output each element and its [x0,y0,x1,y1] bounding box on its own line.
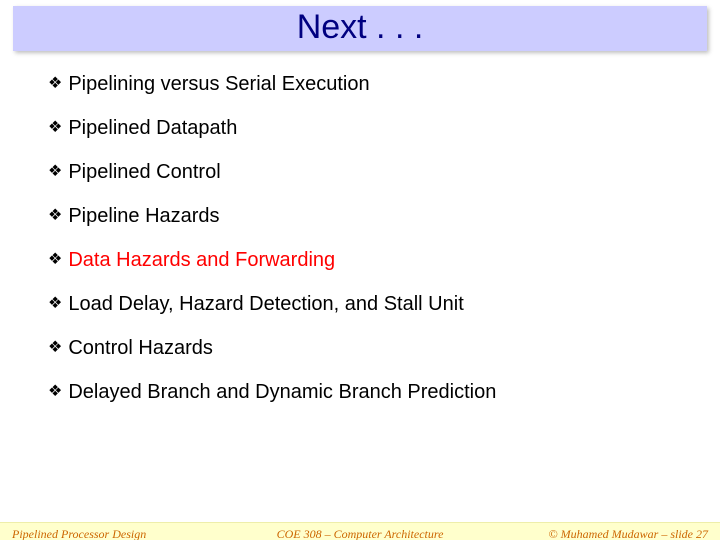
list-item: ❖ Pipeline Hazards [48,205,680,227]
list-item-label: Load Delay, Hazard Detection, and Stall … [68,293,463,315]
list-item-label: Pipelined Datapath [68,117,237,139]
list-item-label: Delayed Branch and Dynamic Branch Predic… [68,381,496,403]
diamond-bullet-icon: ❖ [48,73,62,95]
footer-left: Pipelined Processor Design [12,527,244,540]
diamond-bullet-icon: ❖ [48,117,62,139]
list-item: ❖ Delayed Branch and Dynamic Branch Pred… [48,381,680,403]
diamond-bullet-icon: ❖ [48,205,62,227]
footer-bar: Pipelined Processor Design COE 308 – Com… [0,522,720,540]
list-item: ❖ Pipelined Datapath [48,117,680,139]
diamond-bullet-icon: ❖ [48,249,62,271]
list-item: ❖ Data Hazards and Forwarding [48,249,680,271]
footer-right: © Muhamed Mudawar – slide 27 [476,527,708,540]
footer-center: COE 308 – Computer Architecture [244,527,476,540]
list-item: ❖ Control Hazards [48,337,680,359]
list-item-label: Pipeline Hazards [68,205,219,227]
title-bar: Next . . . [13,6,707,51]
list-item-label: Pipelined Control [68,161,220,183]
diamond-bullet-icon: ❖ [48,381,62,403]
list-item-label: Control Hazards [68,337,213,359]
diamond-bullet-icon: ❖ [48,337,62,359]
list-item-label: Data Hazards and Forwarding [68,249,335,271]
list-item: ❖ Load Delay, Hazard Detection, and Stal… [48,293,680,315]
list-item: ❖ Pipelining versus Serial Execution [48,73,680,95]
diamond-bullet-icon: ❖ [48,161,62,183]
list-item: ❖ Pipelined Control [48,161,680,183]
list-item-label: Pipelining versus Serial Execution [68,73,369,95]
content-area: ❖ Pipelining versus Serial Execution ❖ P… [0,51,720,403]
page-title: Next . . . [297,8,424,46]
diamond-bullet-icon: ❖ [48,293,62,315]
